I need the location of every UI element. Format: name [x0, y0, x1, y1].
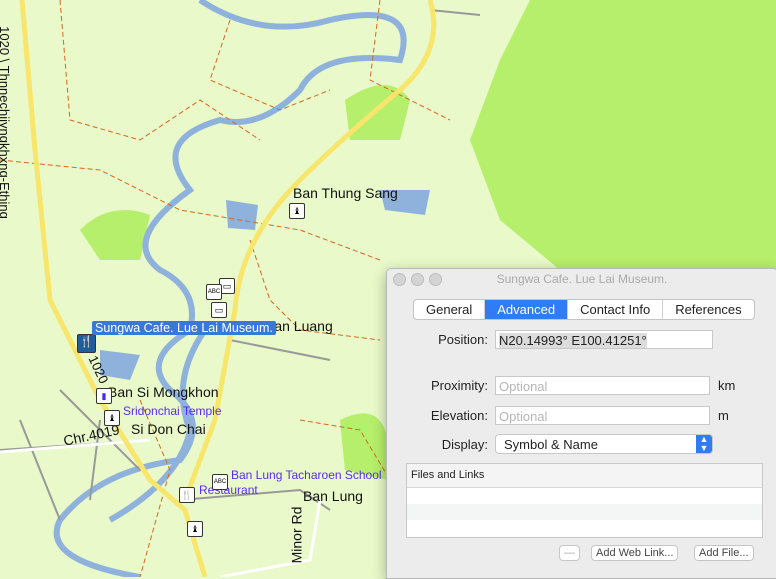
church-icon[interactable]: ♝ — [187, 521, 203, 537]
display-select[interactable]: Symbol & Name ▲ ▼ — [495, 434, 713, 454]
forest-area — [80, 210, 150, 260]
shop-icon[interactable]: ▭ — [211, 302, 227, 318]
road-label-1020-long: 1020 \ Thnnechiiyngkhxng-Ething — [0, 26, 12, 219]
table-row — [407, 488, 762, 504]
lake — [226, 200, 258, 230]
fuel-icon[interactable]: ▮ — [96, 388, 112, 404]
display-label: Display: — [441, 436, 488, 452]
proximity-unit: km — [718, 378, 736, 393]
school-icon[interactable]: ABC — [206, 284, 222, 300]
files-header: Files and Links — [407, 464, 762, 488]
church-icon[interactable]: ♝ — [104, 410, 120, 426]
selected-waypoint-label[interactable]: Sungwa Cafe. Lue Lai Museum. — [92, 321, 276, 335]
elevation-input[interactable]: Optional — [495, 406, 710, 425]
poi-label[interactable]: Sridonchai Temple — [123, 404, 222, 418]
poi-label[interactable]: Restaurant — [199, 483, 258, 497]
place-label: Ban Thung Sang — [293, 185, 398, 201]
window-title: Sungwa Cafe. Lue Lai Museum. — [496, 272, 668, 286]
highway-1020 — [19, 0, 208, 577]
restaurant-waypoint-icon[interactable]: 🍴 — [77, 334, 96, 353]
add-web-link-button[interactable]: Add Web Link... — [591, 545, 679, 561]
elevation-unit: m — [718, 408, 729, 423]
proximity-input[interactable]: Optional — [495, 376, 710, 395]
road-label-minor-rd: Minor Rd — [288, 506, 305, 564]
school-icon[interactable]: ABC — [212, 474, 228, 490]
position-value: N20.14993° E100.41251° — [499, 333, 647, 348]
proximity-label: Proximity: — [430, 378, 488, 393]
display-value: Symbol & Name — [504, 437, 598, 452]
restaurant-icon[interactable]: 🍴 — [179, 487, 195, 503]
church-icon[interactable]: ♝ — [289, 203, 305, 219]
remove-button[interactable]: — — [559, 545, 580, 561]
poi-label[interactable]: Ban Lung Tacharoen School — [231, 468, 382, 482]
forest-area — [470, 0, 776, 270]
stepper-arrows-icon: ▲ ▼ — [696, 435, 712, 453]
tab-general[interactable]: General — [414, 300, 486, 319]
files-and-links-table[interactable]: Files and Links — [406, 463, 763, 538]
position-label: Position: — [438, 332, 488, 347]
add-file-button[interactable]: Add File... — [694, 545, 754, 561]
table-row — [407, 504, 762, 520]
place-label: Ban Lung — [303, 488, 363, 504]
waypoint-dialog: Sungwa Cafe. Lue Lai Museum. General Adv… — [386, 268, 776, 579]
position-field[interactable]: N20.14993° E100.41251° — [495, 330, 713, 349]
place-label: Ban Si Mongkhon — [108, 384, 219, 400]
place-label: Si Don Chai — [131, 421, 206, 437]
tab-bar: General Advanced Contact Info References — [413, 299, 755, 320]
elevation-label: Elevation: — [430, 408, 488, 423]
tab-references[interactable]: References — [663, 300, 753, 319]
road-minor-rd — [219, 499, 322, 577]
tab-contact-info[interactable]: Contact Info — [568, 300, 664, 319]
tab-advanced[interactable]: Advanced — [485, 300, 569, 319]
